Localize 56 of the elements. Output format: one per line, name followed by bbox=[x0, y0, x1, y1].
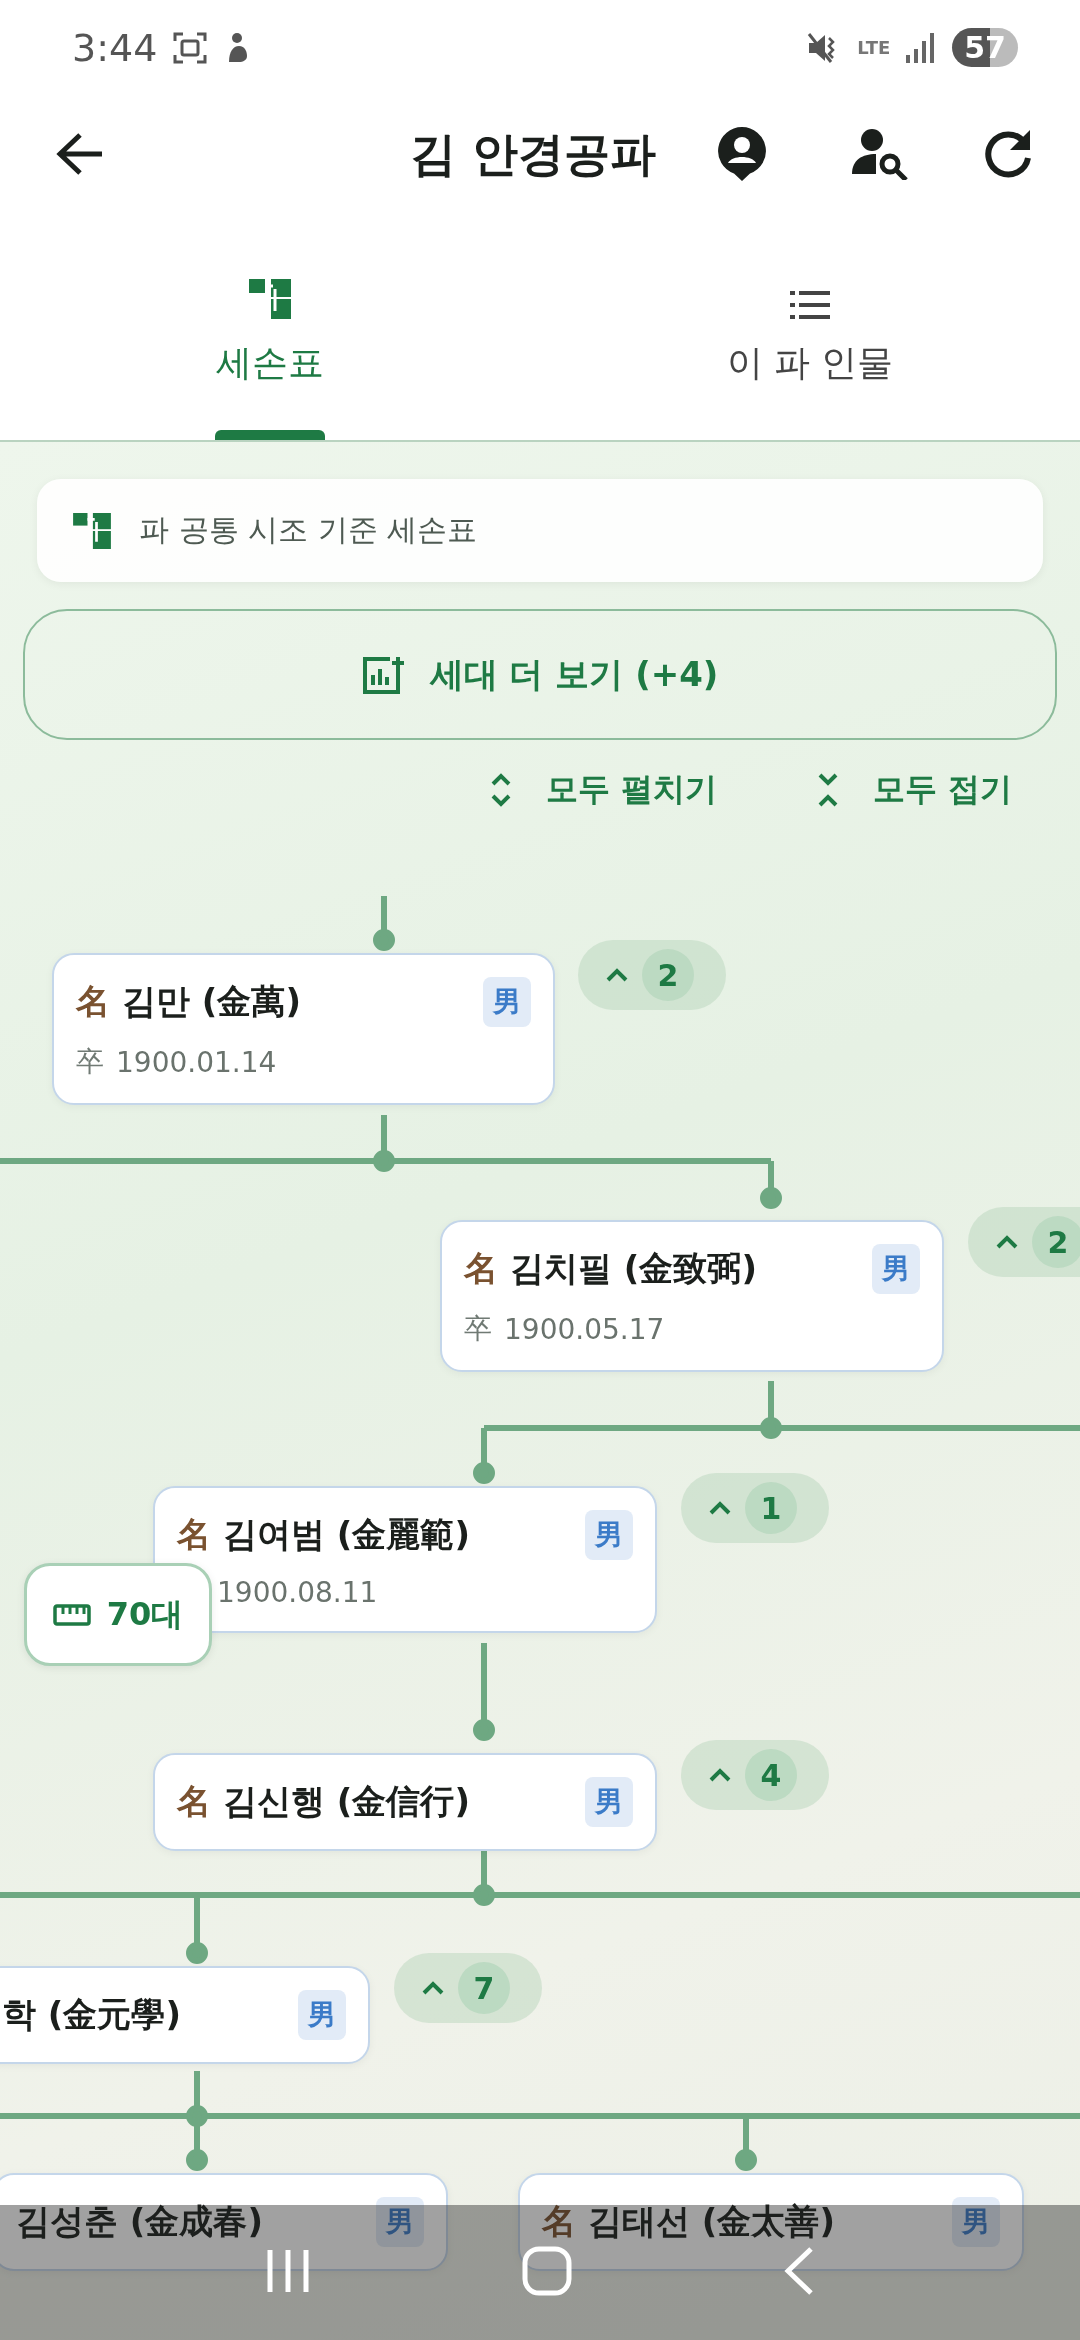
name-mark: 名 bbox=[542, 2200, 576, 2243]
caret-up-icon bbox=[709, 1768, 731, 1782]
network-label: LTE bbox=[857, 38, 891, 57]
chart-add-icon bbox=[361, 654, 406, 695]
person-name: 김여범 (金麗範) bbox=[223, 1513, 471, 1556]
caret-up-icon bbox=[606, 968, 628, 982]
person-card[interactable]: 김성춘 (金成春) 男 bbox=[0, 2173, 448, 2271]
name-mark: 名 bbox=[177, 1780, 211, 1823]
person-card[interactable]: 名 김신행 (金信行) 男 bbox=[153, 1753, 657, 1851]
person-name: 김신행 (金信行) bbox=[223, 1780, 471, 1823]
signal-icon bbox=[906, 32, 937, 63]
gender-tag: 男 bbox=[298, 1990, 346, 2040]
tab[interactable]: 세손표 bbox=[0, 215, 540, 440]
collapse-children-button[interactable]: 2 bbox=[578, 940, 726, 1010]
person-name: 김치필 (金致弼) bbox=[510, 1247, 758, 1290]
name-mark: 名 bbox=[177, 1513, 211, 1556]
person-card[interactable]: 名 김만 (金萬) 男 卒 1900.01.14 bbox=[52, 953, 555, 1105]
death-date: 1900.01.14 bbox=[116, 1045, 277, 1079]
person-card[interactable]: 名 김치필 (金致弼) 男 卒 1900.05.17 bbox=[440, 1220, 944, 1372]
date-mark: 卒 bbox=[464, 1312, 492, 1345]
collapse-all-button[interactable]: 모두 접기 bbox=[816, 768, 1012, 812]
date-mark: 卒 bbox=[76, 1045, 104, 1078]
person-name: 김성춘 (金成春) bbox=[16, 2200, 264, 2243]
status-time: 3:44 bbox=[72, 25, 158, 70]
gender-tag: 男 bbox=[585, 1510, 633, 1560]
caret-up-icon bbox=[709, 1501, 731, 1515]
ruler-icon bbox=[52, 1603, 91, 1626]
tab[interactable]: 이 파 인물 bbox=[540, 215, 1080, 440]
info-text: 파 공통 시조 기준 세손표 bbox=[139, 511, 478, 549]
expand-all-button[interactable]: 모두 펼치기 bbox=[489, 768, 717, 812]
caret-up-icon bbox=[996, 1235, 1018, 1249]
name-mark: 名 bbox=[464, 1247, 498, 1290]
gender-tag: 男 bbox=[585, 1777, 633, 1827]
name-mark: 名 bbox=[76, 980, 110, 1023]
caret-up-icon bbox=[422, 1981, 444, 1995]
death-date: 1900.08.11 bbox=[217, 1576, 378, 1609]
person-name: 김태선 (金太善) bbox=[588, 2200, 836, 2243]
collapse-children-button[interactable]: 4 bbox=[681, 1740, 829, 1810]
person-name: 김만 (金萬) bbox=[122, 980, 302, 1023]
gender-tag: 男 bbox=[872, 1244, 920, 1294]
hierarchy-icon bbox=[249, 279, 291, 319]
collapse-children-button[interactable]: 1 bbox=[681, 1473, 829, 1543]
death-date: 1900.05.17 bbox=[504, 1312, 665, 1346]
hierarchy-icon bbox=[73, 512, 111, 549]
gender-tag: 男 bbox=[952, 2197, 1000, 2247]
person-name: 학 (金元學) bbox=[2, 1993, 182, 2036]
page-title: 김 안경공파 bbox=[410, 126, 656, 183]
collapse-children-button[interactable]: 7 bbox=[394, 1953, 542, 2023]
person-card[interactable]: 학 (金元學) 男 bbox=[0, 1966, 370, 2064]
screenshot-icon bbox=[173, 31, 208, 64]
person-card[interactable]: 名 김태선 (金太善) 男 bbox=[518, 2173, 1024, 2271]
list-icon bbox=[790, 291, 830, 319]
gender-tag: 男 bbox=[376, 2197, 424, 2247]
gender-tag: 男 bbox=[483, 977, 531, 1027]
collapse-children-button[interactable]: 2 bbox=[968, 1207, 1080, 1277]
more-generations-button[interactable]: 세대 더 보기 (+4) bbox=[23, 609, 1057, 740]
